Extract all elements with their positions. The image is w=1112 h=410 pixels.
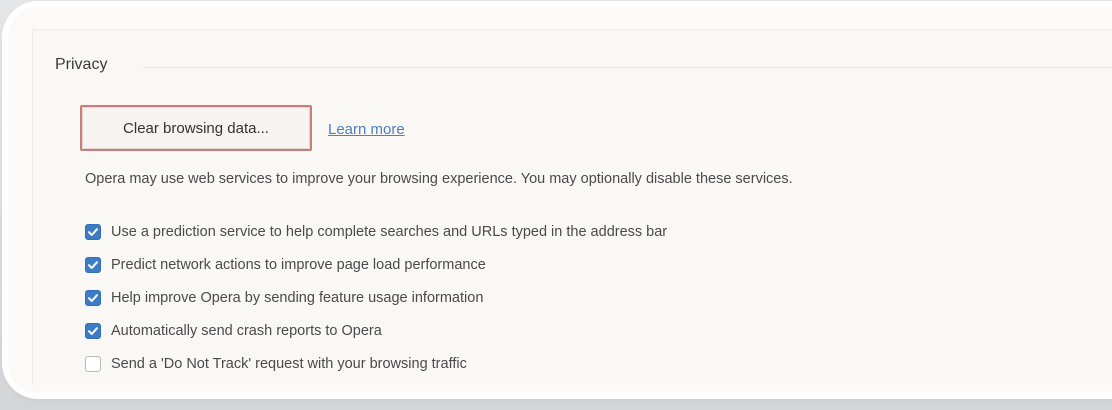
checkbox-unchecked[interactable]	[85, 355, 101, 372]
option-do-not-track[interactable]: Send a 'Do Not Track' request with your …	[85, 347, 667, 380]
privacy-options-list: Use a prediction service to help complet…	[85, 215, 667, 380]
section-divider	[143, 67, 1112, 68]
screenshot-stage: Privacy Clear browsing data... Learn mor…	[0, 0, 1112, 410]
option-prediction-service[interactable]: Use a prediction service to help complet…	[85, 215, 667, 248]
clear-browsing-data-label: Clear browsing data...	[82, 107, 310, 149]
settings-card: Privacy Clear browsing data... Learn mor…	[8, 7, 1112, 393]
learn-more-link[interactable]: Learn more	[328, 121, 405, 138]
clear-browsing-data-button[interactable]: Clear browsing data...	[80, 105, 312, 151]
option-label: Predict network actions to improve page …	[111, 256, 486, 273]
option-feature-usage[interactable]: Help improve Opera by sending feature us…	[85, 281, 667, 314]
checkmark-icon	[88, 260, 98, 269]
checkbox-checked[interactable]	[85, 256, 101, 273]
checkmark-icon	[88, 326, 98, 335]
privacy-section: Privacy Clear browsing data... Learn mor…	[32, 29, 1112, 385]
option-crash-reports[interactable]: Automatically send crash reports to Oper…	[85, 314, 667, 347]
checkbox-checked[interactable]	[85, 322, 101, 339]
checkmark-icon	[88, 227, 98, 236]
checkmark-icon	[88, 293, 98, 302]
option-label: Automatically send crash reports to Oper…	[111, 322, 382, 339]
option-label: Help improve Opera by sending feature us…	[111, 289, 484, 306]
section-title: Privacy	[55, 56, 108, 73]
checkbox-checked[interactable]	[85, 223, 101, 240]
checkbox-checked[interactable]	[85, 289, 101, 306]
services-info-text: Opera may use web services to improve yo…	[85, 171, 793, 187]
option-label: Send a 'Do Not Track' request with your …	[111, 355, 467, 372]
option-label: Use a prediction service to help complet…	[111, 223, 668, 240]
option-predict-network-actions[interactable]: Predict network actions to improve page …	[85, 248, 667, 281]
